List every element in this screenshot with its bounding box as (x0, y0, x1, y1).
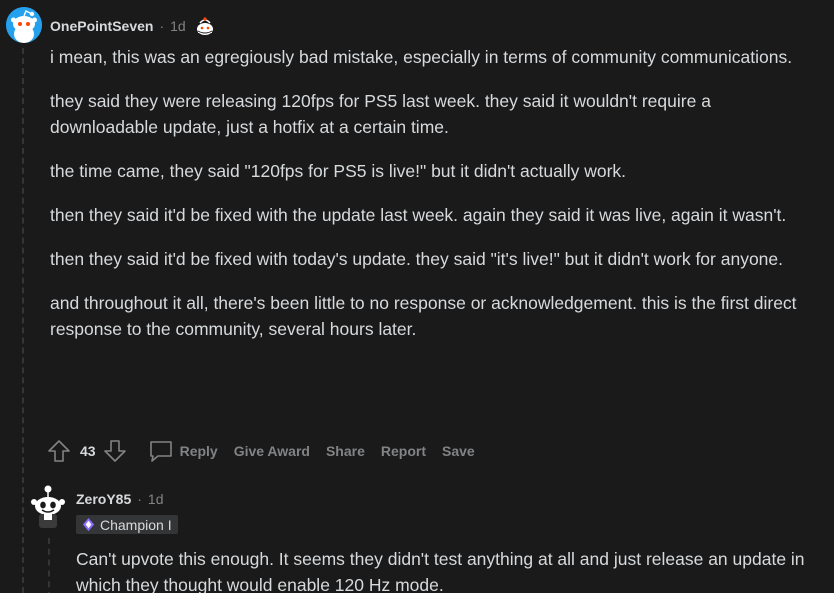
comment-paragraph: and throughout it all, there's been litt… (50, 293, 797, 339)
comment-paragraph: the time came, they said "120fps for PS5… (50, 161, 627, 181)
comment-actions: 43 Reply Give Award Share Report Save (46, 435, 483, 467)
downvote-icon (103, 440, 126, 462)
report-label: Report (380, 443, 427, 459)
cake-day-icon (196, 17, 213, 35)
username[interactable]: OnePointSeven (50, 18, 153, 34)
comment-body: i mean, this was an egregiously bad mist… (50, 44, 810, 360)
reply-button[interactable]: Reply (140, 434, 226, 468)
snoo-avatar-icon (6, 7, 42, 43)
snoo-avatar-icon (31, 485, 65, 528)
comment-thread: OnePointSeven · 1d i mean, this was an e… (0, 0, 834, 593)
save-button[interactable]: Save (434, 439, 483, 463)
share-label: Share (325, 443, 365, 459)
reply-paragraph: Can't upvote this enough. It seems they … (76, 549, 805, 593)
timestamp[interactable]: 1d (170, 18, 186, 34)
report-button[interactable]: Report (373, 439, 434, 463)
give-award-label: Give Award (233, 443, 310, 459)
reply-label: Reply (179, 443, 218, 459)
timestamp[interactable]: 1d (148, 491, 164, 507)
upvote-button[interactable] (46, 438, 72, 464)
thread-line[interactable] (22, 48, 24, 593)
reply-thread-line[interactable] (48, 538, 50, 593)
reply-avatar[interactable] (30, 484, 66, 530)
avatar[interactable] (6, 7, 42, 43)
separator: · (137, 491, 142, 507)
comment-paragraph: then they said it'd be fixed with today'… (50, 249, 784, 269)
reply-header: ZeroY85 · 1d (76, 491, 164, 507)
vote-count: 43 (80, 443, 96, 459)
upvote-icon (48, 440, 70, 462)
share-button[interactable]: Share (318, 439, 373, 463)
user-flair: Champion I (76, 515, 178, 534)
reply-bubble-icon (149, 441, 172, 462)
downvote-button[interactable] (102, 438, 128, 464)
comment-paragraph: they said they were releasing 120fps for… (50, 91, 711, 137)
comment-paragraph: i mean, this was an egregiously bad mist… (50, 47, 793, 67)
comment-paragraph: then they said it'd be fixed with the up… (50, 205, 787, 225)
comment-header: OnePointSeven · 1d (50, 15, 216, 37)
username[interactable]: ZeroY85 (76, 491, 131, 507)
separator: · (159, 18, 165, 34)
flair-text: Champion I (100, 516, 172, 533)
save-label: Save (442, 443, 475, 459)
champion-rank-icon (82, 517, 95, 532)
reply-body: Can't upvote this enough. It seems they … (76, 546, 816, 593)
give-award-button[interactable]: Give Award (226, 439, 318, 463)
